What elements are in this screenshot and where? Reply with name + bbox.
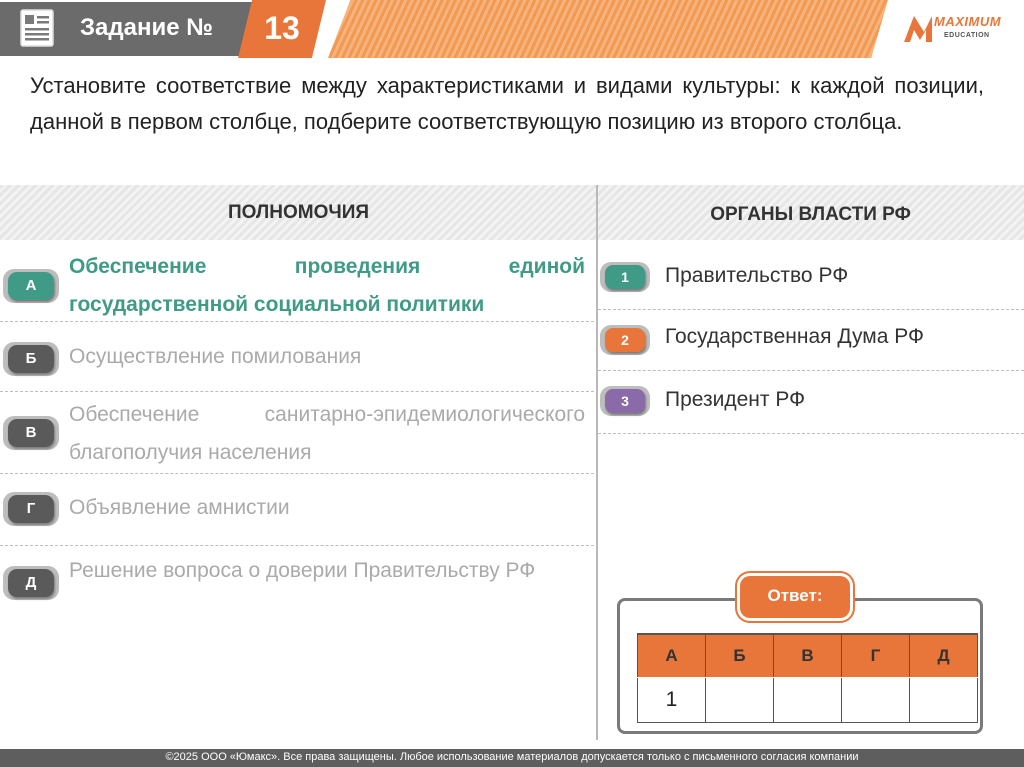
option-badge-2[interactable]: 2 — [605, 328, 645, 352]
row-divider — [0, 321, 594, 322]
item-badge-b[interactable]: Б — [8, 345, 54, 373]
header-stripe — [328, 0, 888, 58]
option-badge-3[interactable]: 3 — [605, 389, 645, 413]
item-badge-g[interactable]: Г — [8, 495, 54, 523]
item-text-d: Решение вопроса о доверии Правительству … — [69, 559, 536, 582]
item-text-v: Обеспечение санитарно-эпидемиологическог… — [69, 403, 585, 464]
item-text-g: Объявление амнистии — [69, 496, 290, 519]
item-text-b: Осуществление помилования — [69, 345, 362, 368]
right-column-title: ОРГАНЫ ВЛАСТИ РФ — [710, 204, 911, 225]
task-label: Задание № — [80, 14, 213, 41]
answer-header-v: В — [773, 633, 842, 678]
logo-text: MAXIMUM — [934, 14, 1002, 29]
answer-cell-b[interactable] — [705, 677, 774, 723]
row-divider — [598, 309, 1024, 310]
answer-cell-v[interactable] — [773, 677, 842, 723]
task-instruction: Установите соответствие между характерис… — [30, 73, 984, 134]
answer-cell-d[interactable] — [909, 677, 978, 723]
item-badge-v[interactable]: В — [8, 419, 54, 447]
answer-header-d: Д — [909, 633, 978, 678]
row-divider — [598, 433, 1024, 434]
row-divider — [0, 391, 594, 392]
answer-header-b: Б — [705, 633, 774, 678]
answer-cell-g[interactable] — [841, 677, 910, 723]
answer-label: Ответ: — [767, 586, 823, 605]
answer-cell-a[interactable]: 1 — [637, 677, 706, 723]
option-text-1: Правительство РФ — [665, 264, 849, 287]
row-divider — [0, 473, 594, 474]
document-icon — [20, 9, 54, 47]
task-number: 13 — [264, 10, 300, 46]
row-divider — [0, 545, 594, 546]
answer-header-g: Г — [841, 633, 910, 678]
option-badge-1[interactable]: 1 — [605, 265, 645, 289]
logo-subtext: EDUCATION — [944, 32, 990, 39]
left-column-title: ПОЛНОМОЧИЯ — [227, 202, 370, 223]
column-divider — [596, 185, 598, 740]
item-text-a: Обеспечение проведения единой государств… — [69, 255, 585, 316]
option-text-2: Государственная Дума РФ — [665, 325, 924, 348]
item-badge-d[interactable]: Д — [8, 569, 54, 597]
item-badge-a[interactable]: А — [8, 272, 54, 300]
answer-header-a: А — [637, 633, 706, 678]
row-divider — [598, 370, 1024, 371]
answer-table: А Б В Г Д 1 — [637, 633, 978, 723]
option-text-3: Президент РФ — [665, 388, 806, 411]
copyright-notice: ©2025 ООО «Юмакс». Все права защищены. Л… — [165, 751, 859, 763]
